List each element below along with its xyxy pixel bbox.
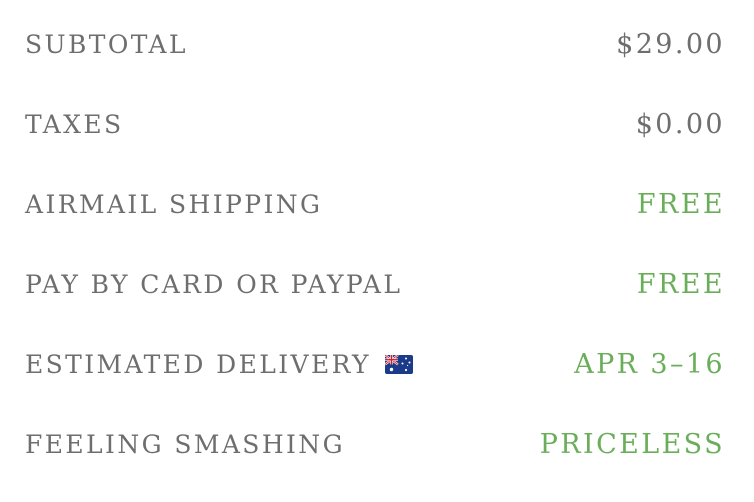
summary-row-subtotal: SUBTOTAL $29.00 [25, 24, 725, 64]
feeling-smashing-label: FEELING SMASHING [25, 429, 345, 459]
payment-value: FREE [636, 268, 725, 300]
airmail-shipping-value: FREE [636, 188, 725, 220]
order-summary: SUBTOTAL $29.00 TAXES $0.00 AIRMAIL SHIP… [0, 0, 754, 502]
subtotal-value: $29.00 [616, 28, 725, 60]
payment-label: PAY BY CARD OR PAYPAL [25, 269, 403, 299]
estimated-delivery-label: ESTIMATED DELIVERY [25, 349, 371, 379]
summary-row-estimated-delivery: ESTIMATED DELIVERY APR 3–16 [25, 344, 725, 384]
summary-row-taxes: TAXES $0.00 [25, 104, 725, 144]
airmail-shipping-label: AIRMAIL SHIPPING [25, 189, 323, 219]
subtotal-label: SUBTOTAL [25, 29, 188, 59]
feeling-smashing-value: PRICELESS [539, 428, 725, 460]
taxes-label: TAXES [25, 109, 124, 139]
australia-flag-icon [384, 354, 413, 374]
estimated-delivery-value: APR 3–16 [574, 348, 725, 380]
taxes-value: $0.00 [635, 108, 725, 140]
summary-row-payment: PAY BY CARD OR PAYPAL FREE [25, 264, 725, 304]
summary-row-airmail-shipping: AIRMAIL SHIPPING FREE [25, 184, 725, 224]
estimated-delivery-label-group: ESTIMATED DELIVERY [25, 350, 413, 379]
summary-row-feeling-smashing: FEELING SMASHING PRICELESS [25, 424, 725, 464]
